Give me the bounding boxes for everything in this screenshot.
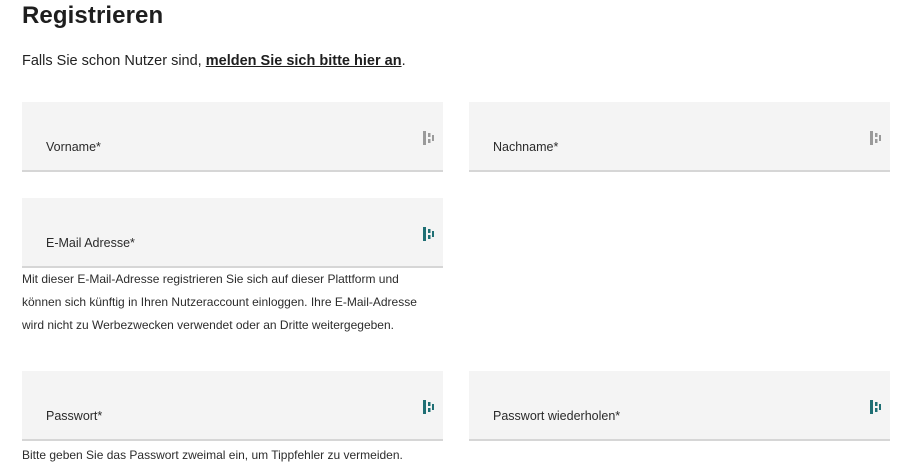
- intro-text: Falls Sie schon Nutzer sind, melden Sie …: [22, 53, 406, 69]
- email-help-line: wird nicht zu Werbezwecken verwendet ode…: [22, 318, 394, 332]
- password-help-text: Bitte geben Sie das Passwort zweimal ein…: [22, 448, 403, 462]
- email-help-text: Mit dieser E-Mail-Adresse registrieren S…: [22, 268, 417, 337]
- first-name-label: Vorname*: [46, 140, 101, 154]
- email-label: E-Mail Adresse*: [46, 236, 135, 250]
- password-manager-icon[interactable]: [870, 399, 882, 415]
- password-manager-icon[interactable]: [423, 399, 435, 415]
- password-manager-icon[interactable]: [423, 226, 435, 242]
- login-link[interactable]: melden Sie sich bitte hier an: [206, 53, 402, 69]
- last-name-label: Nachname*: [493, 140, 559, 154]
- email-help-line: Mit dieser E-Mail-Adresse registrieren S…: [22, 272, 399, 286]
- password-repeat-field[interactable]: Passwort wiederholen*: [469, 371, 890, 441]
- intro-suffix: .: [401, 53, 406, 69]
- email-field[interactable]: E-Mail Adresse*: [22, 198, 443, 268]
- password-field[interactable]: Passwort*: [22, 371, 443, 441]
- last-name-field[interactable]: Nachname*: [469, 102, 890, 172]
- password-label: Passwort*: [46, 409, 103, 423]
- password-manager-icon[interactable]: [870, 130, 882, 146]
- first-name-field[interactable]: Vorname*: [22, 102, 443, 172]
- password-repeat-label: Passwort wiederholen*: [493, 409, 621, 423]
- page-title: Registrieren: [22, 2, 164, 29]
- password-manager-icon[interactable]: [423, 130, 435, 146]
- intro-prefix: Falls Sie schon Nutzer sind,: [22, 53, 206, 69]
- email-help-line: können sich künftig in Ihren Nutzeraccou…: [22, 295, 417, 309]
